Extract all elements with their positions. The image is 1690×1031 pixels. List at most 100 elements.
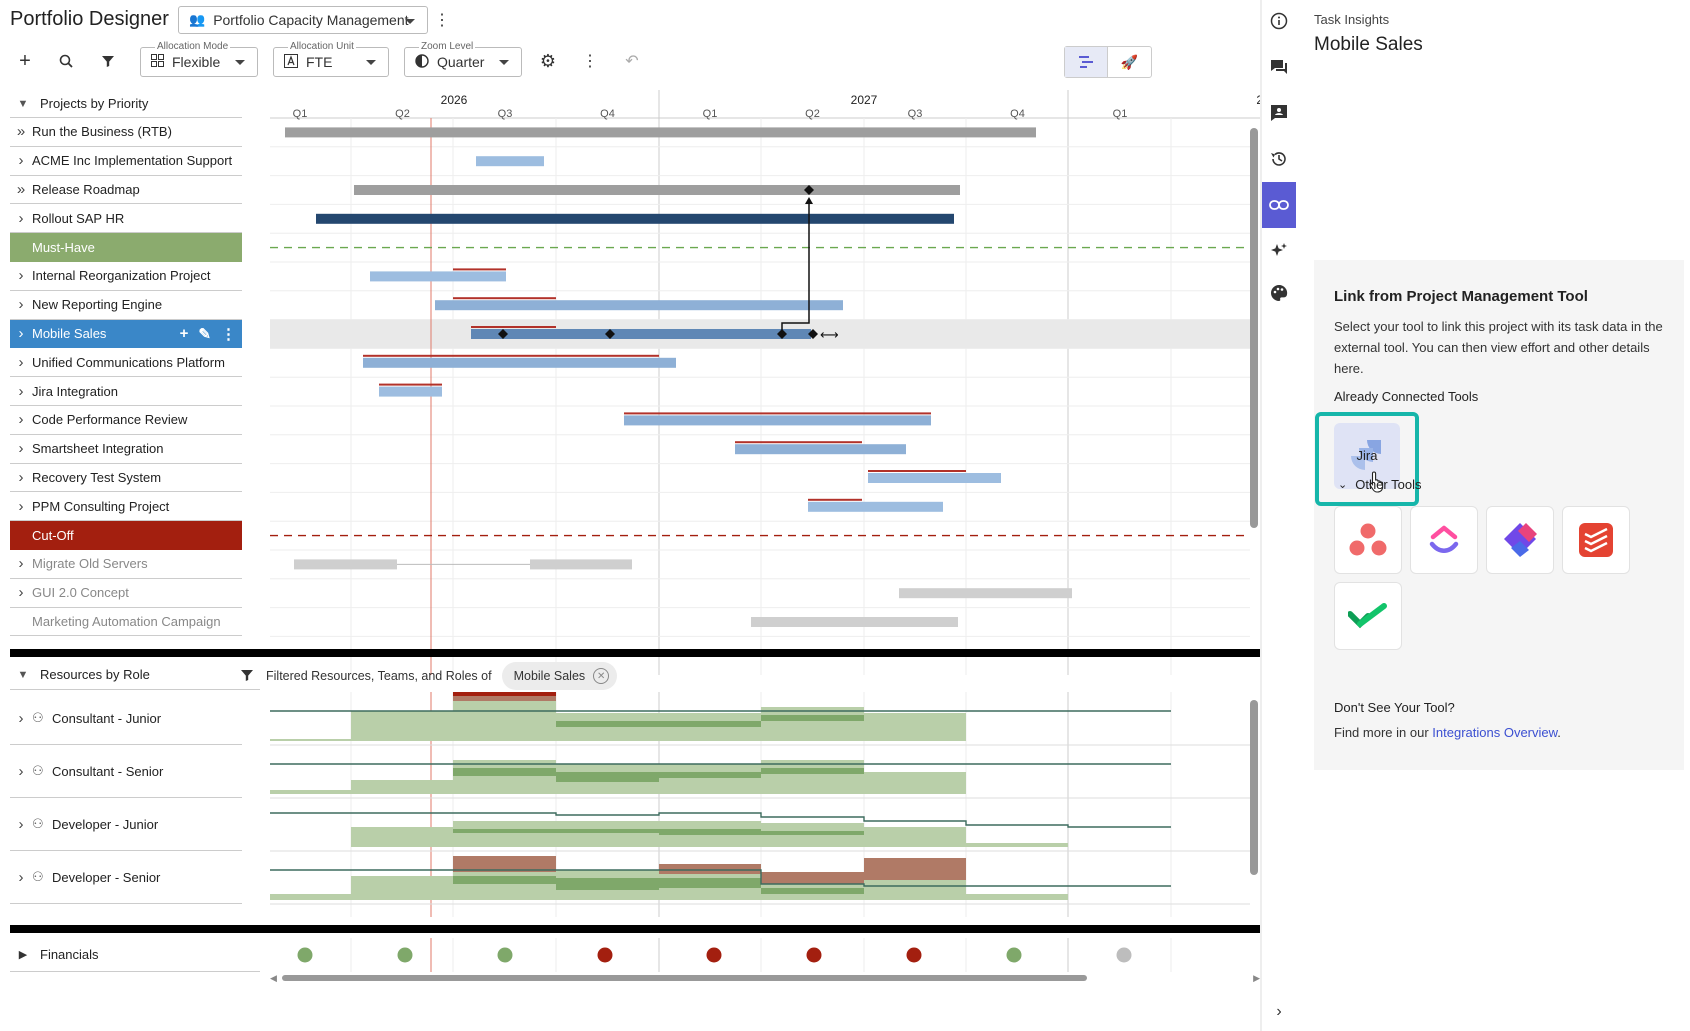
gantt-bar[interactable] bbox=[530, 559, 632, 570]
chevron-right-icon[interactable]: › bbox=[10, 296, 32, 313]
scroll-right-icon[interactable]: ▶ bbox=[1253, 973, 1260, 984]
other-tools-toggle[interactable]: ⌄ Other Tools bbox=[1338, 477, 1421, 492]
allocation-mode-select[interactable]: Allocation Mode Flexible bbox=[140, 41, 258, 77]
financial-status-dot[interactable] bbox=[1116, 947, 1132, 963]
gantt-bar[interactable] bbox=[899, 588, 1072, 599]
financial-status-dot[interactable] bbox=[806, 947, 822, 963]
gantt-view-button[interactable] bbox=[1065, 47, 1109, 77]
resource-row[interactable]: › ⚇ Consultant - Junior bbox=[10, 692, 242, 745]
gear-icon[interactable]: ⚙ bbox=[536, 49, 560, 73]
resource-row[interactable]: › ⚇ Developer - Junior bbox=[10, 798, 242, 851]
chevron-right-icon[interactable]: › bbox=[10, 325, 32, 342]
info-icon[interactable] bbox=[1262, 4, 1296, 38]
add-icon[interactable]: + bbox=[13, 49, 37, 73]
chevron-right-icon[interactable]: » bbox=[10, 181, 32, 198]
pane-splitter[interactable] bbox=[10, 649, 1260, 657]
collapse-icon[interactable]: ▼ bbox=[10, 98, 36, 110]
vertical-scrollbar-thumb[interactable] bbox=[1250, 700, 1258, 875]
chevron-right-icon[interactable]: › bbox=[10, 816, 32, 833]
chevron-right-icon[interactable]: » bbox=[10, 123, 32, 140]
gantt-bar[interactable] bbox=[808, 501, 943, 512]
add-icon[interactable]: + bbox=[180, 325, 189, 343]
gantt-bar[interactable] bbox=[370, 271, 506, 282]
chevron-right-icon[interactable]: › bbox=[10, 555, 32, 572]
loop-tile[interactable] bbox=[1486, 506, 1554, 574]
financial-status-dot[interactable] bbox=[906, 947, 922, 963]
gantt-bar[interactable] bbox=[624, 415, 931, 426]
gantt-bar[interactable] bbox=[751, 617, 958, 627]
resize-handle-icon[interactable]: ⟷ bbox=[820, 328, 839, 343]
financial-status-dot[interactable] bbox=[597, 947, 613, 963]
project-row[interactable]: Cut-Off bbox=[10, 521, 242, 550]
financial-status-dot[interactable] bbox=[397, 947, 413, 963]
gantt-bar[interactable] bbox=[735, 444, 906, 455]
chevron-right-icon[interactable]: › bbox=[10, 354, 32, 371]
chevron-right-icon[interactable]: › bbox=[10, 411, 32, 428]
allocation-unit-select[interactable]: Allocation Unit FTE bbox=[273, 41, 389, 77]
chevron-right-icon[interactable]: › bbox=[10, 210, 32, 227]
check-tile[interactable] bbox=[1334, 582, 1402, 650]
palette-icon[interactable] bbox=[1262, 276, 1296, 310]
scrollbar-thumb[interactable] bbox=[282, 975, 1087, 981]
more-vertical-icon[interactable]: ⋮ bbox=[430, 8, 454, 32]
gantt-bar[interactable] bbox=[379, 386, 442, 397]
integrations-link[interactable]: Integrations Overview bbox=[1432, 725, 1557, 740]
project-row[interactable]: › ACME Inc Implementation Support bbox=[10, 147, 242, 176]
project-row[interactable]: › Internal Reorganization Project bbox=[10, 262, 242, 291]
project-row[interactable]: › New Reporting Engine bbox=[10, 291, 242, 320]
gantt-bar[interactable] bbox=[435, 300, 843, 311]
project-row[interactable]: › GUI 2.0 Concept bbox=[10, 579, 242, 608]
chevron-right-icon[interactable]: › bbox=[10, 584, 32, 601]
pane-splitter[interactable] bbox=[10, 925, 1260, 933]
chevron-right-icon[interactable]: › bbox=[10, 383, 32, 400]
project-row[interactable]: Marketing Automation Campaign bbox=[10, 608, 242, 637]
project-row[interactable]: › Smartsheet Integration bbox=[10, 435, 242, 464]
contact-card-icon[interactable] bbox=[1262, 96, 1296, 130]
collapse-icon[interactable]: ▼ bbox=[10, 669, 36, 681]
scroll-left-icon[interactable]: ◀ bbox=[270, 973, 277, 984]
comments-icon[interactable] bbox=[1262, 50, 1296, 84]
chevron-right-icon[interactable]: › bbox=[10, 469, 32, 486]
gantt-bar[interactable] bbox=[363, 357, 676, 368]
gantt-bar[interactable] bbox=[868, 473, 1001, 483]
project-row[interactable]: » Run the Business (RTB) bbox=[10, 118, 242, 147]
filter-icon[interactable] bbox=[96, 49, 120, 73]
project-row[interactable]: › Recovery Test System bbox=[10, 464, 242, 493]
project-row[interactable]: › Migrate Old Servers bbox=[10, 550, 242, 579]
zoom-level-select[interactable]: Zoom Level Quarter bbox=[404, 41, 522, 77]
chevron-right-icon[interactable]: › bbox=[10, 267, 32, 284]
link-icon[interactable] bbox=[1262, 182, 1296, 228]
clickup-tile[interactable] bbox=[1410, 506, 1478, 574]
more-vertical-icon[interactable]: ⋮ bbox=[578, 49, 602, 73]
close-icon[interactable]: ✕ bbox=[593, 668, 610, 684]
filter-icon[interactable] bbox=[240, 668, 254, 685]
chevron-right-icon[interactable]: › bbox=[10, 152, 32, 169]
pencil-icon[interactable]: ✎ bbox=[198, 325, 211, 343]
search-icon[interactable] bbox=[54, 49, 78, 73]
todoist-tile[interactable] bbox=[1562, 506, 1630, 574]
financial-status-dot[interactable] bbox=[297, 947, 313, 963]
history-icon[interactable] bbox=[1262, 142, 1296, 176]
gantt-bar[interactable] bbox=[294, 559, 397, 570]
financials-row[interactable]: ▶ Financials bbox=[10, 938, 260, 972]
project-row[interactable]: › Jira Integration bbox=[10, 377, 242, 406]
gantt-bar[interactable] bbox=[285, 127, 1036, 138]
gantt-bar[interactable] bbox=[354, 185, 960, 195]
project-row[interactable]: › PPM Consulting Project bbox=[10, 492, 242, 522]
undo-icon[interactable]: ↶ bbox=[620, 49, 644, 73]
chevron-right-icon[interactable]: › bbox=[10, 869, 32, 886]
expand-icon[interactable]: ▶ bbox=[10, 948, 36, 961]
project-row[interactable]: › Rollout SAP HR bbox=[10, 204, 242, 234]
horizontal-scrollbar[interactable]: ◀ ▶ bbox=[270, 972, 1260, 984]
resource-row[interactable]: › ⚇ Consultant - Senior bbox=[10, 745, 242, 798]
vertical-scrollbar-thumb[interactable] bbox=[1250, 128, 1258, 528]
project-row[interactable]: › Code Performance Review bbox=[10, 406, 242, 435]
financial-status-dot[interactable] bbox=[706, 947, 722, 963]
chevron-right-icon[interactable]: › bbox=[10, 710, 32, 727]
financial-status-dot[interactable] bbox=[1006, 947, 1022, 963]
gantt-bar[interactable] bbox=[471, 329, 811, 339]
project-row[interactable]: » Release Roadmap bbox=[10, 176, 242, 205]
project-row[interactable]: Must-Have bbox=[10, 233, 242, 262]
project-row[interactable]: › Unified Communications Platform bbox=[10, 348, 242, 378]
gantt-bar[interactable] bbox=[316, 213, 954, 224]
